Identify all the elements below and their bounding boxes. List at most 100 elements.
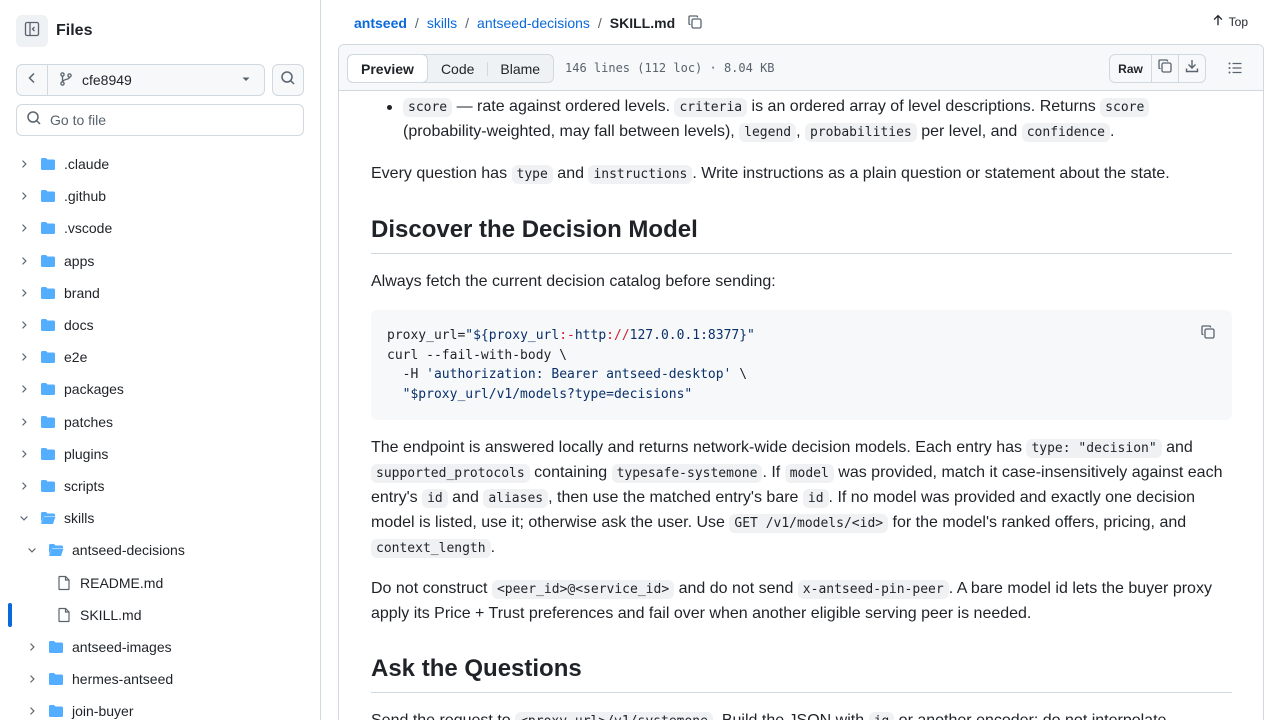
inline-code: instructions bbox=[588, 165, 693, 184]
copy-icon bbox=[687, 14, 703, 33]
caret-down-icon bbox=[238, 71, 254, 90]
code-token: -H bbox=[387, 367, 427, 382]
text: is an ordered array of level description… bbox=[747, 98, 1101, 115]
folder-open-icon bbox=[48, 542, 64, 558]
go-to-file-input[interactable] bbox=[50, 112, 290, 128]
copy-path-button[interactable] bbox=[687, 14, 703, 33]
tree-file[interactable]: README.md bbox=[0, 566, 320, 598]
inline-code: GET /v1/models/<id> bbox=[729, 514, 889, 533]
file-icon bbox=[56, 575, 72, 591]
copy-icon bbox=[1157, 58, 1173, 79]
chevron-down-icon[interactable] bbox=[24, 542, 40, 558]
breadcrumb: antseed / skills / antseed-decisions / S… bbox=[354, 12, 703, 34]
list-unordered-icon bbox=[1227, 62, 1243, 80]
inline-code: <peer_id>@<service_id> bbox=[491, 580, 675, 599]
go-to-file-field[interactable] bbox=[16, 104, 304, 136]
tree-folder[interactable]: antseed-decisions bbox=[0, 534, 320, 566]
back-button[interactable] bbox=[17, 65, 48, 95]
inline-code: type bbox=[511, 165, 553, 184]
raw-button[interactable]: Raw bbox=[1110, 55, 1151, 82]
inline-code: x-antseed-pin-peer bbox=[797, 580, 949, 599]
download-button[interactable] bbox=[1178, 55, 1205, 82]
folder-icon bbox=[40, 156, 56, 172]
tab-preview[interactable]: Preview bbox=[347, 54, 428, 83]
tree-folder[interactable]: packages bbox=[0, 373, 320, 405]
tree-item-label: packages bbox=[64, 381, 124, 398]
tree-folder[interactable]: apps bbox=[0, 245, 320, 277]
branch-name: cfe8949 bbox=[82, 72, 132, 88]
text: Every question has bbox=[371, 165, 512, 182]
paragraph: Do not construct <peer_id>@<service_id> … bbox=[371, 577, 1232, 626]
tree-item-label: .vscode bbox=[64, 220, 113, 237]
copy-code-button[interactable] bbox=[1200, 324, 1216, 347]
text: . Build the JSON with bbox=[713, 712, 869, 720]
chevron-right-icon[interactable] bbox=[16, 317, 32, 333]
branch-selector[interactable]: cfe8949 bbox=[16, 64, 265, 96]
tree-folder[interactable]: skills bbox=[0, 502, 320, 534]
selected-indicator bbox=[8, 602, 12, 627]
outline-button[interactable] bbox=[1227, 60, 1243, 81]
tree-folder[interactable]: join-buyer bbox=[0, 695, 320, 720]
search-button[interactable] bbox=[272, 64, 304, 96]
sidebar-collapse-icon bbox=[24, 21, 40, 42]
paragraph: Every question has type and instructions… bbox=[371, 162, 1232, 187]
chevron-down-icon[interactable] bbox=[16, 510, 32, 526]
markdown-body: score — rate against ordered levels. cri… bbox=[371, 92, 1232, 720]
tree-item-label: e2e bbox=[64, 349, 88, 366]
sidebar-title: Files bbox=[56, 22, 93, 39]
tree-item-label: SKILL.md bbox=[80, 606, 142, 623]
paragraph: The endpoint is answered locally and ret… bbox=[371, 436, 1232, 561]
chevron-right-icon[interactable] bbox=[16, 253, 32, 269]
inline-code: score bbox=[403, 98, 453, 117]
text: or another encoder; do not interpolate bbox=[894, 712, 1167, 720]
breadcrumb-link-skills[interactable]: skills bbox=[427, 15, 457, 31]
chevron-right-icon[interactable] bbox=[16, 381, 32, 397]
tree-item-label: .claude bbox=[64, 156, 110, 173]
arrow-up-icon bbox=[1211, 13, 1225, 30]
chevron-right-icon[interactable] bbox=[24, 703, 40, 719]
folder-icon bbox=[48, 671, 64, 687]
tree-folder[interactable]: e2e bbox=[0, 341, 320, 373]
top-button[interactable]: Top bbox=[1211, 13, 1248, 30]
text: , then use the matched entry's bare bbox=[548, 489, 803, 506]
collapse-sidebar-button[interactable] bbox=[16, 15, 48, 47]
chevron-right-icon[interactable] bbox=[16, 414, 32, 430]
tree-folder[interactable]: patches bbox=[0, 406, 320, 438]
branch-dropdown[interactable]: cfe8949 bbox=[48, 71, 264, 90]
breadcrumb-link-antseed-decisions[interactable]: antseed-decisions bbox=[477, 15, 590, 31]
code-token: "$proxy_url/v1/models?type=decisions" bbox=[402, 386, 693, 402]
tree-folder[interactable]: antseed-images bbox=[0, 631, 320, 663]
folder-icon bbox=[40, 446, 56, 462]
chevron-right-icon[interactable] bbox=[16, 446, 32, 462]
tree-folder[interactable]: .claude bbox=[0, 148, 320, 180]
chevron-right-icon[interactable] bbox=[16, 156, 32, 172]
tab-code[interactable]: Code bbox=[428, 55, 487, 82]
chevron-right-icon[interactable] bbox=[16, 220, 32, 236]
tree-folder[interactable]: brand bbox=[0, 277, 320, 309]
tab-blame[interactable]: Blame bbox=[487, 55, 553, 82]
chevron-right-icon[interactable] bbox=[16, 188, 32, 204]
chevron-right-icon[interactable] bbox=[16, 349, 32, 365]
paragraph: Always fetch the current decision catalo… bbox=[371, 273, 776, 290]
chevron-right-icon[interactable] bbox=[16, 285, 32, 301]
tree-folder[interactable]: docs bbox=[0, 309, 320, 341]
text: and do not send bbox=[674, 580, 798, 597]
tree-folder[interactable]: scripts bbox=[0, 470, 320, 502]
tree-folder[interactable]: .github bbox=[0, 180, 320, 212]
chevron-right-icon[interactable] bbox=[16, 478, 32, 494]
folder-open-icon bbox=[40, 510, 56, 526]
text: — rate against ordered levels. bbox=[452, 98, 675, 115]
tree-folder[interactable]: .vscode bbox=[0, 212, 320, 244]
tree-file[interactable]: SKILL.md bbox=[0, 598, 320, 632]
inline-code: legend bbox=[739, 123, 797, 142]
tree-item-label: apps bbox=[64, 252, 95, 269]
file-actions: Raw bbox=[1109, 54, 1206, 83]
inline-code: typesafe-systemone bbox=[611, 464, 763, 483]
breadcrumb-repo-link[interactable]: antseed bbox=[354, 15, 407, 31]
chevron-right-icon[interactable] bbox=[24, 671, 40, 687]
copy-raw-button[interactable] bbox=[1151, 55, 1178, 82]
tree-folder[interactable]: hermes-antseed bbox=[0, 663, 320, 695]
chevron-right-icon[interactable] bbox=[24, 639, 40, 655]
tree-folder[interactable]: plugins bbox=[0, 438, 320, 470]
tree-item-label: hermes-antseed bbox=[72, 671, 174, 688]
